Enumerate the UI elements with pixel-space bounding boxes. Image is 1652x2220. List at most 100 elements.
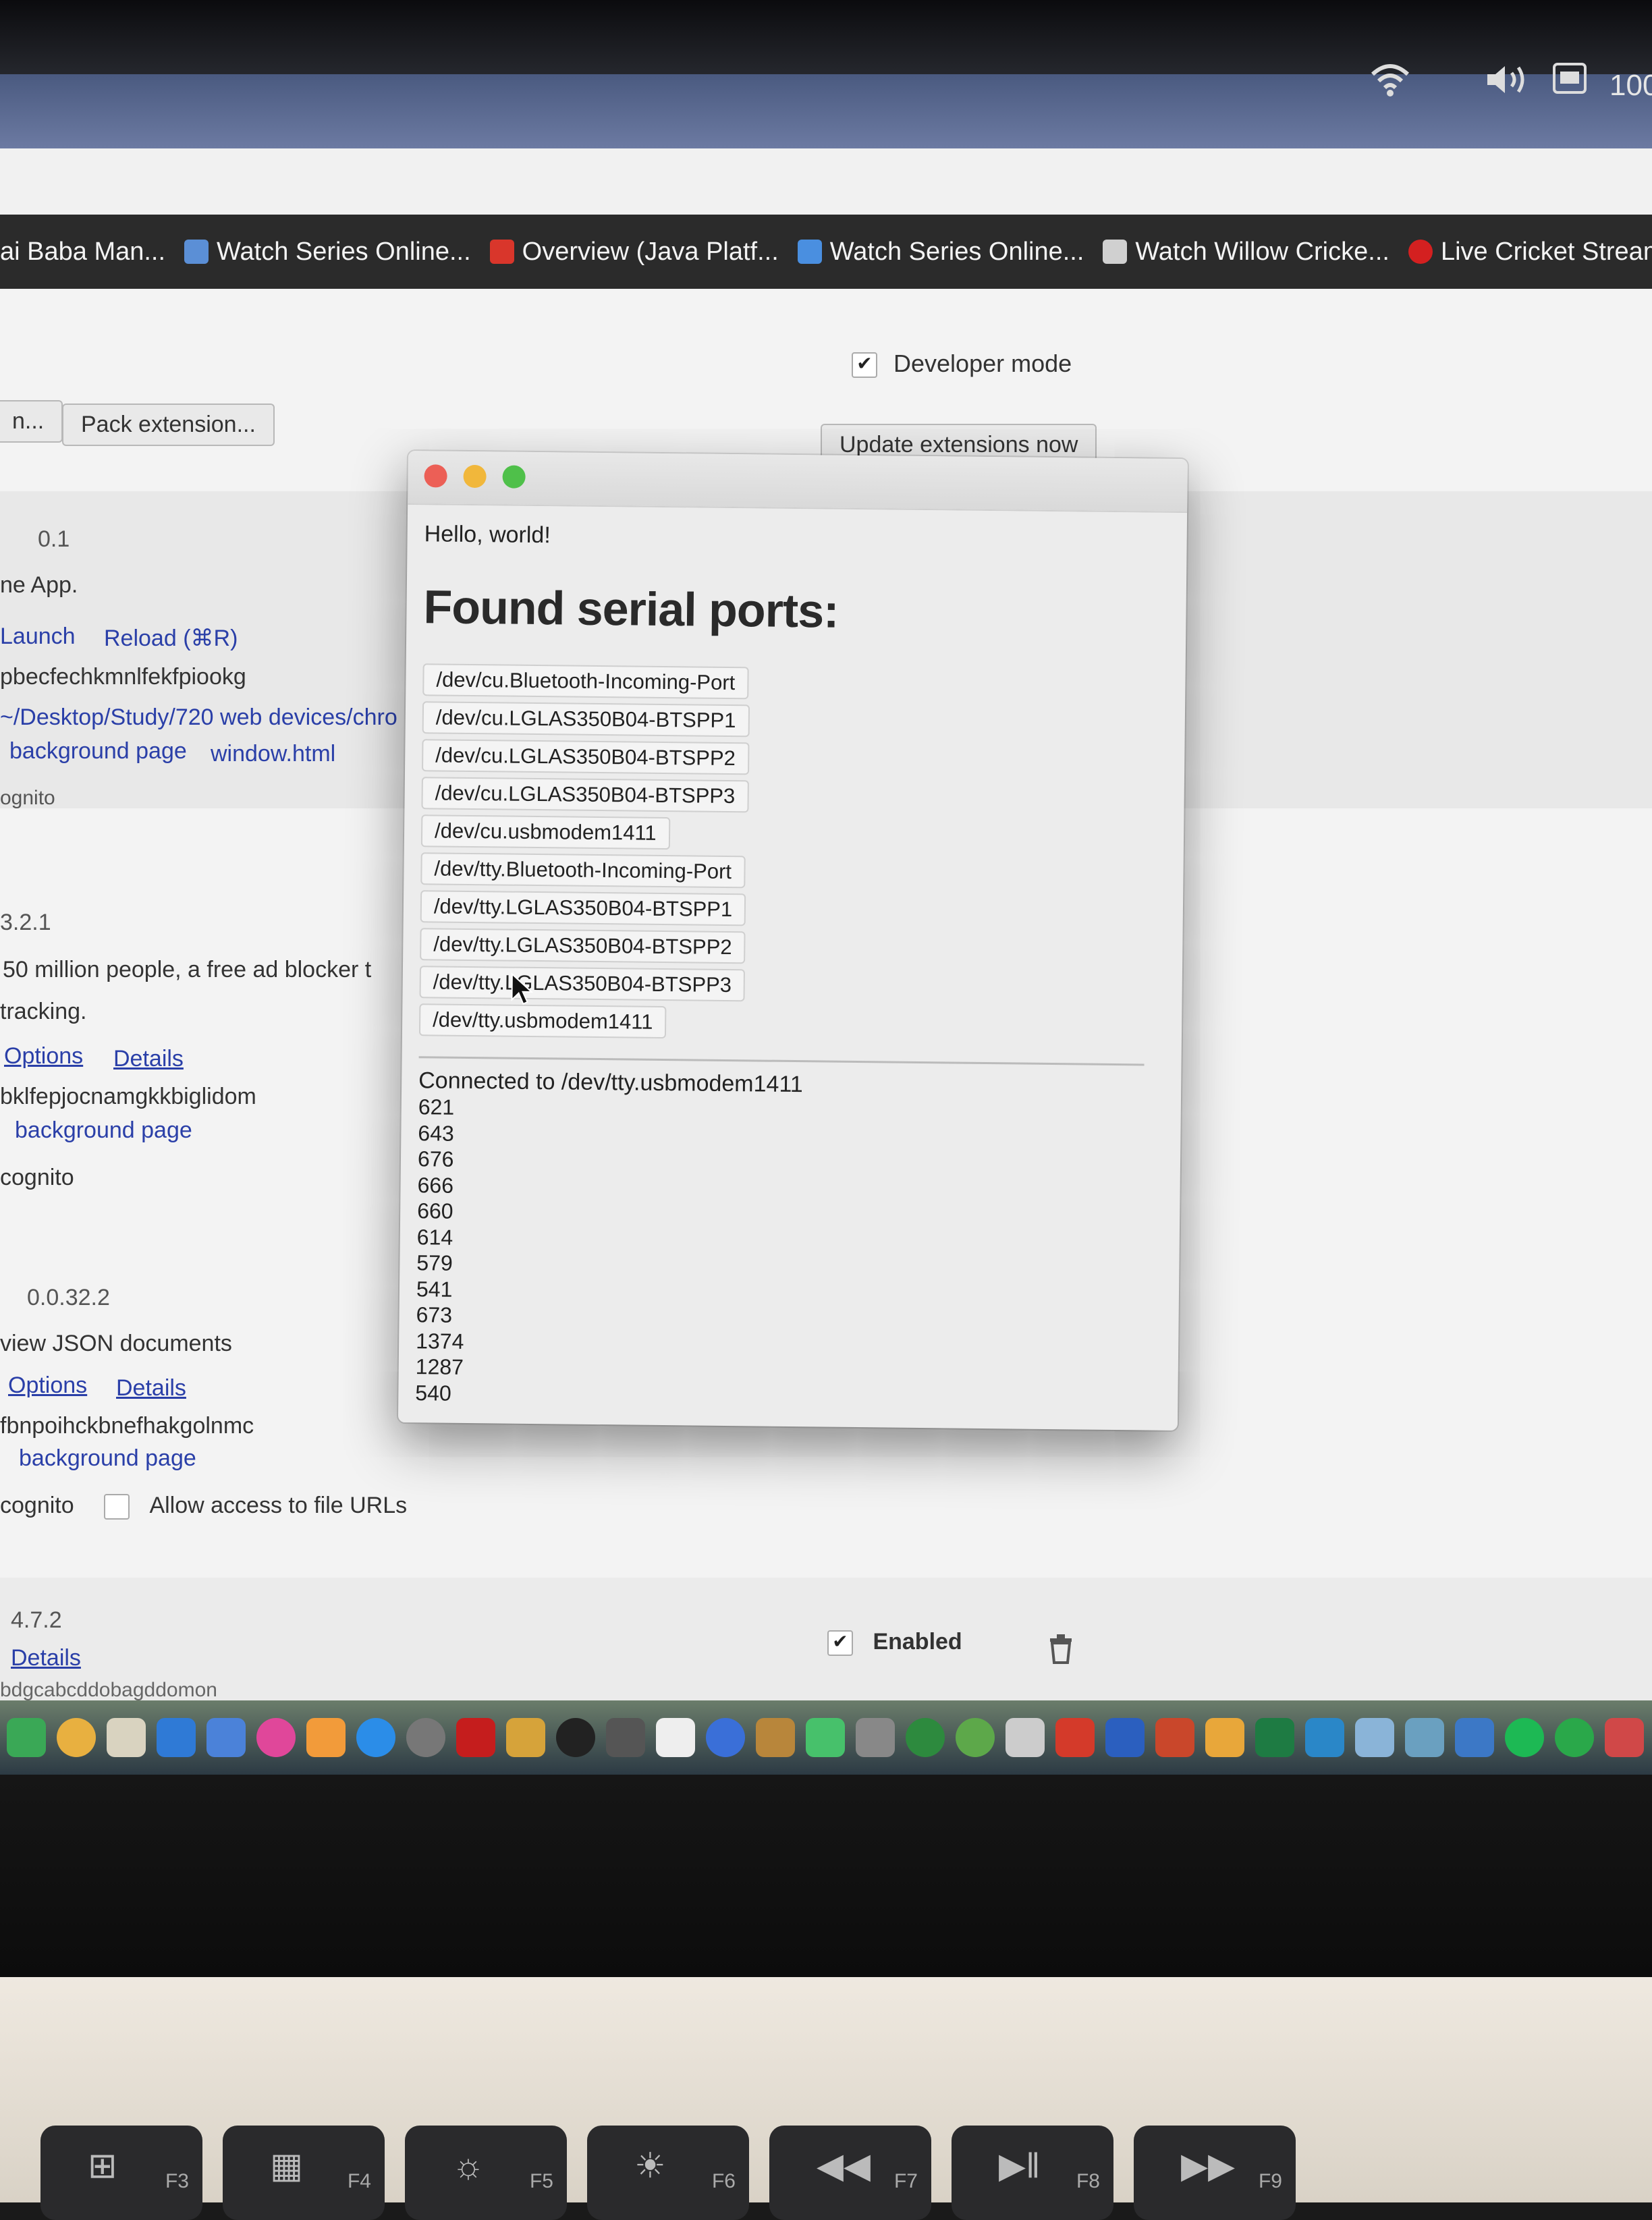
window-titlebar[interactable]: [408, 451, 1188, 514]
volume-icon[interactable]: [1485, 62, 1532, 109]
bookmark-label: ai Baba Man...: [0, 237, 166, 266]
extension-description: ne App.: [0, 572, 78, 598]
ibooks-icon[interactable]: [306, 1718, 346, 1757]
github-icon[interactable]: [556, 1718, 595, 1757]
sublime-icon[interactable]: [756, 1718, 795, 1757]
extension-description-cont: tracking.: [0, 999, 87, 1024]
bookmark-item[interactable]: Live Cricket Stream: [1408, 238, 1652, 267]
f7-key[interactable]: ◀◀ F7: [769, 2126, 931, 2220]
details-link[interactable]: Details: [113, 1046, 184, 1072]
skim-icon[interactable]: [1605, 1718, 1644, 1757]
finder-user-icon[interactable]: [1355, 1718, 1394, 1757]
sequel-pro-icon[interactable]: [506, 1718, 545, 1757]
options-link[interactable]: Options: [4, 1043, 83, 1070]
port-button[interactable]: /dev/tty.Bluetooth-Incoming-Port: [420, 852, 746, 889]
grammarly-icon[interactable]: [656, 1718, 695, 1757]
file-urls-toggle[interactable]: Allow access to file URLs: [104, 1493, 407, 1520]
migration-icon[interactable]: [706, 1718, 745, 1757]
outlook-icon[interactable]: [1055, 1718, 1095, 1757]
background-page-link[interactable]: background page: [19, 1445, 196, 1472]
port-button[interactable]: /dev/cu.Bluetooth-Incoming-Port: [422, 663, 749, 700]
bookmark-label: Overview (Java Platf...: [522, 237, 779, 266]
system-preferences-icon[interactable]: [406, 1718, 445, 1757]
f3-key[interactable]: ⊞ F3: [40, 2126, 202, 2220]
powerpoint-icon[interactable]: [1155, 1718, 1194, 1757]
zoom-button[interactable]: [502, 465, 526, 489]
port-button[interactable]: /dev/tty.LGLAS350B04-BTSPP1: [420, 890, 746, 926]
bookmark-label: Watch Series Online...: [217, 237, 471, 266]
port-button[interactable]: /dev/tty.usbmodem1411: [418, 1003, 667, 1039]
developer-mode-toggle[interactable]: ✔ Developer mode: [852, 350, 1072, 379]
load-unpacked-button[interactable]: n...: [0, 400, 63, 443]
f4-key[interactable]: ▦ F4: [223, 2126, 385, 2220]
bookmark-item[interactable]: Overview (Java Platf...: [489, 237, 779, 267]
mac-menu-bar: 100: [0, 0, 1652, 148]
reload-link[interactable]: Reload (⌘R): [104, 625, 238, 652]
close-button[interactable]: [424, 464, 447, 488]
numbers-icon[interactable]: [157, 1718, 196, 1757]
messages-icon[interactable]: [7, 1718, 46, 1757]
word-icon[interactable]: [1105, 1718, 1145, 1757]
excel-icon[interactable]: [1255, 1718, 1294, 1757]
f6-key[interactable]: ☀ F6: [587, 2126, 749, 2220]
port-button[interactable]: /dev/cu.LGLAS350B04-BTSPP3: [421, 777, 749, 813]
f9-key[interactable]: ▶▶ F9: [1134, 2126, 1296, 2220]
background-page-link[interactable]: background page: [9, 738, 187, 765]
lync-icon[interactable]: [1555, 1718, 1594, 1757]
port-button[interactable]: /dev/cu.usbmodem1411: [420, 814, 670, 850]
keyboard-bright-icon: ☀: [634, 2146, 666, 2186]
window-html-link[interactable]: window.html: [211, 741, 335, 767]
trash-icon[interactable]: [1047, 1633, 1074, 1670]
details-link[interactable]: Details: [11, 1645, 81, 1671]
extension-version: 0.0.32.2: [27, 1285, 110, 1310]
enabled-label: Enabled: [873, 1629, 962, 1655]
teams-icon[interactable]: [1455, 1718, 1494, 1757]
android-studio-icon[interactable]: [906, 1718, 945, 1757]
port-button[interactable]: /dev/cu.LGLAS350B04-BTSPP2: [422, 739, 750, 775]
pycharm-icon[interactable]: [806, 1718, 845, 1757]
citrix-icon[interactable]: [1305, 1718, 1344, 1757]
bookmarks-bar: ai Baba Man... Watch Series Online... Ov…: [0, 215, 1652, 289]
wifi-icon[interactable]: [1370, 62, 1410, 109]
mission-control-icon: ⊞: [88, 2146, 117, 2186]
bookmark-item[interactable]: Watch Willow Cricke...: [1103, 238, 1389, 267]
help-icon[interactable]: [856, 1718, 895, 1757]
acrobat-icon[interactable]: [456, 1718, 495, 1757]
bookmark-item[interactable]: Watch Series Online...: [797, 238, 1084, 267]
onenote-icon[interactable]: [1205, 1718, 1244, 1757]
enabled-checkbox[interactable]: ✔: [827, 1630, 853, 1657]
bookmark-item[interactable]: Watch Series Online...: [184, 238, 471, 267]
enabled-toggle[interactable]: ✔ Enabled: [827, 1629, 962, 1657]
port-button[interactable]: /dev/cu.LGLAS350B04-BTSPP1: [422, 701, 750, 738]
extension-id: fbnpoihckbnefhakgolnmc: [0, 1413, 254, 1439]
mouse-cursor-icon: [511, 972, 534, 1005]
file-urls-checkbox[interactable]: [104, 1494, 130, 1520]
launch-link[interactable]: Launch: [0, 623, 76, 650]
cyberduck-icon[interactable]: [606, 1718, 645, 1757]
port-button[interactable]: /dev/tty.LGLAS350B04-BTSPP3: [419, 966, 746, 1002]
keyboard-menu-icon[interactable]: [1552, 62, 1587, 109]
extension-path-link[interactable]: ~/Desktop/Study/720 web devices/chro: [0, 704, 397, 731]
network-icon[interactable]: [1405, 1718, 1444, 1757]
port-button[interactable]: /dev/tty.LGLAS350B04-BTSPP2: [420, 928, 746, 964]
battery-percent[interactable]: 100: [1609, 69, 1652, 116]
details-link[interactable]: Details: [116, 1375, 186, 1402]
pack-extension-button[interactable]: Pack extension...: [62, 404, 275, 446]
minimize-button[interactable]: [463, 464, 487, 489]
photos-icon[interactable]: [57, 1718, 96, 1757]
f5-key[interactable]: ☼ F5: [405, 2126, 567, 2220]
itunes-icon[interactable]: [256, 1718, 296, 1757]
app-store-icon[interactable]: [356, 1718, 395, 1757]
options-link[interactable]: Options: [8, 1372, 87, 1399]
dashboard-icon[interactable]: [1006, 1718, 1045, 1757]
bookmark-item[interactable]: ai Baba Man...: [0, 238, 165, 267]
keynote-icon[interactable]: [206, 1718, 246, 1757]
background-page-link[interactable]: background page: [15, 1117, 192, 1144]
developer-mode-checkbox[interactable]: ✔: [852, 352, 877, 379]
spotify-icon[interactable]: [1505, 1718, 1544, 1757]
f8-key[interactable]: ▶‖ F8: [952, 2126, 1113, 2220]
preview-icon[interactable]: [107, 1718, 146, 1757]
extension-description: view JSON documents: [0, 1331, 232, 1356]
eclipse-icon[interactable]: [956, 1718, 995, 1757]
divider: [418, 1056, 1145, 1066]
